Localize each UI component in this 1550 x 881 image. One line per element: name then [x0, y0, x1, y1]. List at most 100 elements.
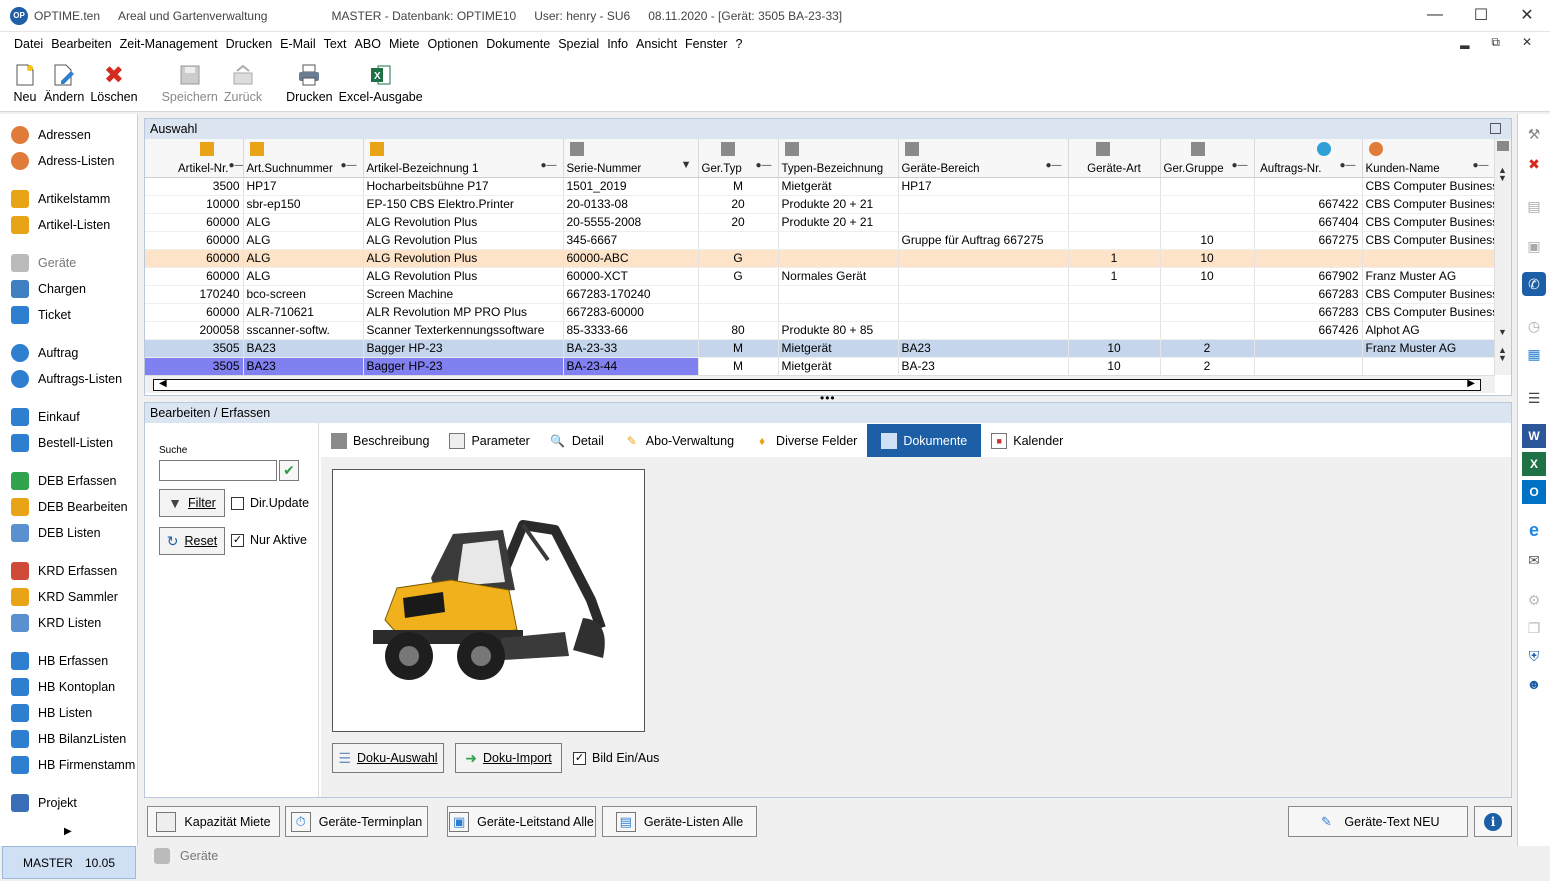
- sidebar-item-einkauf[interactable]: Einkauf: [8, 406, 80, 428]
- delete-button[interactable]: ✖ Löschen: [90, 56, 137, 105]
- new-button[interactable]: Neu: [12, 56, 38, 104]
- word-icon[interactable]: W: [1522, 424, 1546, 448]
- mail-icon[interactable]: ✉: [1522, 548, 1546, 572]
- search-input[interactable]: [159, 460, 277, 481]
- menu-dokumente[interactable]: Dokumente: [484, 37, 552, 51]
- geraete-text-neu-button[interactable]: ✎ Geräte-Text NEU: [1288, 806, 1468, 837]
- table-row[interactable]: 60000 ALG ALG Revolution Plus 60000-XCT G Nor…: [145, 267, 1495, 286]
- geraete-leitstand-button[interactable]: ▣ Geräte-Leitstand Alle: [447, 806, 596, 837]
- save-button[interactable]: Speichern: [162, 56, 218, 104]
- menu-zeit-management[interactable]: Zeit-Management: [118, 37, 220, 51]
- doku-import-button[interactable]: ➜ Doku-Import: [455, 743, 562, 773]
- sidebar-more-arrow-icon[interactable]: ▶: [64, 826, 72, 837]
- nur-aktive-checkbox[interactable]: ✓ Nur Aktive: [231, 533, 307, 547]
- col-artikel-bezeichnung[interactable]: Artikel-Bezeichnung 1 ●—: [363, 139, 564, 178]
- tab-parameter[interactable]: Parameter: [439, 424, 539, 457]
- menu-bearbeiten[interactable]: Bearbeiten: [49, 37, 113, 51]
- sidebar-item-adress-listen[interactable]: Adress-Listen: [8, 150, 114, 172]
- menu-info[interactable]: Info: [605, 37, 630, 51]
- sidebar-item-geraete[interactable]: Geräte: [8, 252, 76, 274]
- copy-gray-icon[interactable]: ❐: [1522, 616, 1546, 640]
- col-geraete-art[interactable]: Geräte-Art: [1068, 139, 1161, 178]
- table-row[interactable]: 200058 sscanner-softw. Scanner Texterkennu…: [145, 321, 1495, 340]
- sidebar-item-ticket[interactable]: Ticket: [8, 304, 71, 326]
- table-row[interactable]: 60000 ALG ALG Revolution Plus 20-5555-2008 2…: [145, 213, 1495, 232]
- calendar-grid-icon[interactable]: ▦: [1522, 342, 1546, 366]
- table-row[interactable]: 3500 HP17 Hocharbeitsbühne P17 1501_2019 M Mi…: [145, 177, 1495, 196]
- menu-email[interactable]: E-Mail: [278, 37, 317, 51]
- col-geraete-bereich[interactable]: Geräte-Bereich ●—: [898, 139, 1069, 178]
- maximize-icon[interactable]: ☐: [1458, 0, 1504, 30]
- minimize-icon[interactable]: —: [1412, 0, 1458, 30]
- col-art-suchnummer[interactable]: Art.Suchnummer ●—: [243, 139, 364, 178]
- col-typen-bezeichnung[interactable]: Typen-Bezeichnung: [778, 139, 899, 178]
- sidebar-item-artikelstamm[interactable]: Artikelstamm: [8, 188, 110, 210]
- geraete-terminplan-button[interactable]: ⏱ Geräte-Terminplan: [285, 806, 428, 837]
- tab-dokumente[interactable]: Dokumente: [867, 424, 982, 457]
- scroll-down-icon[interactable]: ▼: [1498, 327, 1507, 337]
- excel-export-button[interactable]: X Excel-Ausgabe: [339, 56, 423, 104]
- menu-ansicht[interactable]: Ansicht: [634, 37, 679, 51]
- sidebar-item-chargen[interactable]: Chargen: [8, 278, 86, 300]
- list-document-icon[interactable]: ☰: [1522, 386, 1546, 410]
- sidebar-item-auftrag[interactable]: Auftrag: [8, 342, 78, 364]
- sidebar-item-deb-bearbeiten[interactable]: DEB Bearbeiten: [8, 496, 128, 518]
- scroll-down-icon[interactable]: ▼: [1498, 173, 1507, 183]
- back-button[interactable]: Zurück: [224, 56, 262, 104]
- dir-update-checkbox[interactable]: Dir.Update: [231, 496, 309, 510]
- col-serie-nummer[interactable]: Serie-Nummer ▼: [563, 139, 699, 178]
- edit-button[interactable]: Ändern: [44, 56, 84, 104]
- table-row[interactable]: 60000 ALG ALG Revolution Plus 345-6667 Grupp…: [145, 231, 1495, 250]
- table-row[interactable]: 60000 ALG ALG Revolution Plus 60000-ABC G 1 10: [145, 249, 1495, 268]
- table-row[interactable]: 170240 bco-screen Screen Machine 667283-170…: [145, 285, 1495, 304]
- sidebar-item-krd-sammler[interactable]: KRD Sammler: [8, 586, 118, 608]
- mdi-restore-icon[interactable]: ⧉: [1491, 35, 1500, 50]
- scroll-track[interactable]: [153, 379, 1481, 391]
- mdi-minimize-icon[interactable]: ▂: [1460, 35, 1469, 50]
- doku-auswahl-button[interactable]: ☰ Doku-Auswahl: [332, 743, 444, 773]
- sidebar-item-projekt[interactable]: Projekt: [8, 792, 77, 814]
- tab-beschreibung[interactable]: Beschreibung: [321, 424, 439, 457]
- phone-icon[interactable]: ✆: [1522, 272, 1546, 296]
- scroll-right-icon[interactable]: ▶: [1467, 378, 1475, 389]
- tab-abo-verwaltung[interactable]: ✎ Abo-Verwaltung: [614, 424, 744, 457]
- table-row[interactable]: 60000 ALR-710621 ALR Revolution MP PRO Plu…: [145, 303, 1495, 322]
- sidebar-item-deb-erfassen[interactable]: DEB Erfassen: [8, 470, 117, 492]
- scroll-left-icon[interactable]: ◀: [159, 378, 167, 389]
- menu-drucken[interactable]: Drucken: [224, 37, 275, 51]
- search-confirm-icon[interactable]: ✔: [279, 460, 299, 481]
- menu-help[interactable]: ?: [733, 37, 744, 51]
- menu-optionen[interactable]: Optionen: [426, 37, 481, 51]
- sidebar-item-adressen[interactable]: Adressen: [8, 124, 91, 146]
- grid-vertical-scrollbar[interactable]: ▲ ▼ ▼ ▲ ▼: [1494, 139, 1511, 375]
- sidebar-item-deb-listen[interactable]: DEB Listen: [8, 522, 101, 544]
- cancel-e-icon[interactable]: ✖: [1522, 152, 1546, 176]
- sidebar-item-hb-bilanzlisten[interactable]: HB BilanzListen: [8, 728, 126, 750]
- scroll-down-icon[interactable]: ▼: [1498, 353, 1507, 363]
- sidebar-item-hb-listen[interactable]: HB Listen: [8, 702, 92, 724]
- bild-toggle-checkbox[interactable]: ✓ Bild Ein/Aus: [573, 751, 659, 765]
- excel-small-icon[interactable]: X: [1522, 452, 1546, 476]
- sidebar-item-krd-erfassen[interactable]: KRD Erfassen: [8, 560, 117, 582]
- sidebar-item-hb-erfassen[interactable]: HB Erfassen: [8, 650, 108, 672]
- print-button[interactable]: Drucken: [286, 56, 333, 104]
- sidebar-item-hb-firmenstamm[interactable]: HB Firmenstamm: [8, 754, 135, 776]
- browser-icon[interactable]: e: [1522, 518, 1546, 542]
- col-kunden-name[interactable]: Kunden-Name ●—: [1362, 139, 1495, 178]
- close-icon[interactable]: ✕: [1504, 0, 1550, 30]
- col-artikel-nr[interactable]: Artikel-Nr. ●—: [145, 139, 244, 178]
- menu-miete[interactable]: Miete: [387, 37, 422, 51]
- menu-abo[interactable]: ABO: [353, 37, 383, 51]
- tab-detail[interactable]: 🔍 Detail: [540, 424, 614, 457]
- tools-icon[interactable]: ⚒: [1522, 122, 1546, 146]
- sidebar-item-krd-listen[interactable]: KRD Listen: [8, 612, 101, 634]
- sidebar-item-artikel-listen[interactable]: Artikel-Listen: [8, 214, 110, 236]
- geraete-listen-button[interactable]: ▤ Geräte-Listen Alle: [602, 806, 757, 837]
- menu-spezial[interactable]: Spezial: [556, 37, 601, 51]
- table-row[interactable]: 3505 BA23 Bagger HP-23 BA-23-33 M Mietgerät BA…: [145, 339, 1495, 358]
- col-ger-typ[interactable]: Ger.Typ ●—: [698, 139, 779, 178]
- menu-text[interactable]: Text: [322, 37, 349, 51]
- menu-fenster[interactable]: Fenster: [683, 37, 729, 51]
- police-user-icon[interactable]: ☻: [1522, 672, 1546, 696]
- menu-datei[interactable]: Datei: [12, 37, 45, 51]
